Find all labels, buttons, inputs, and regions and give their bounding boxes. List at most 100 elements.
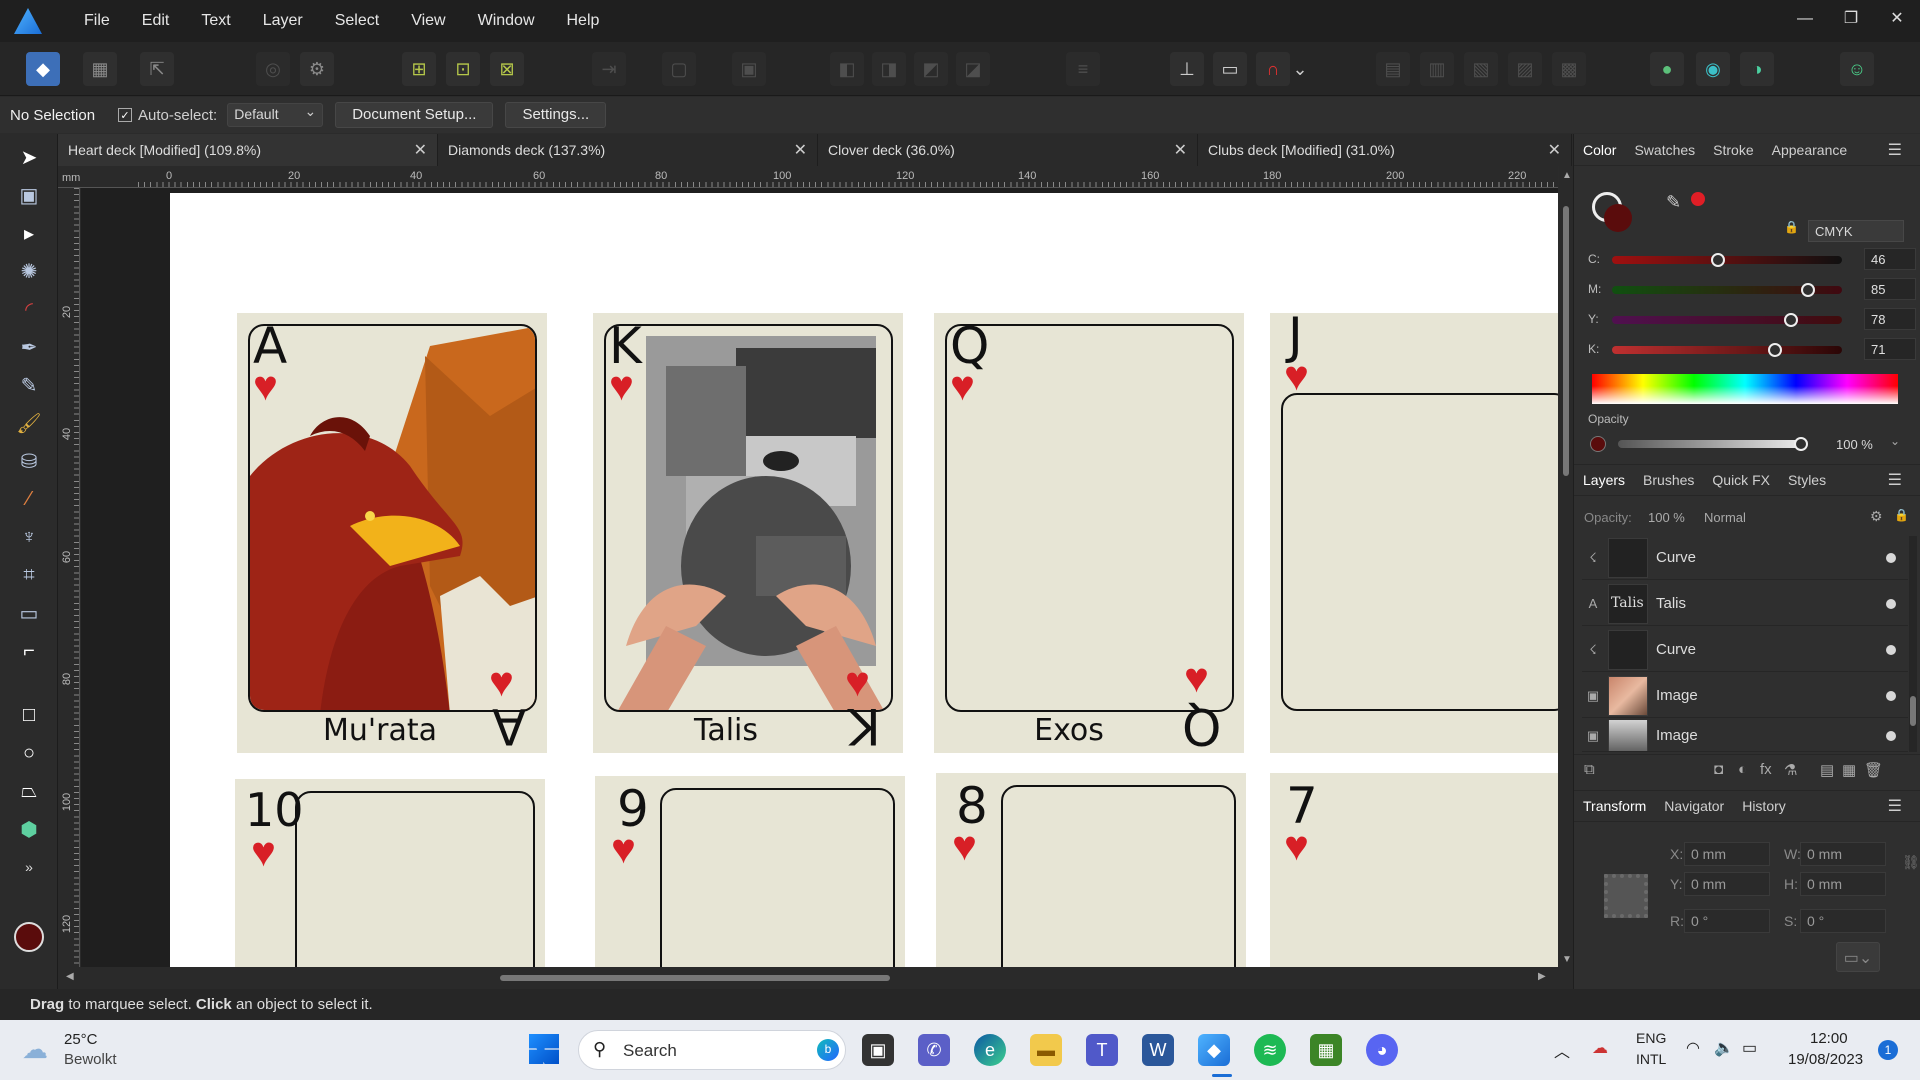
layer-lock-icon[interactable]: 🔒 xyxy=(1894,508,1909,522)
visibility-toggle[interactable] xyxy=(1886,730,1896,741)
insert-top-icon[interactable]: ▢ xyxy=(662,52,696,86)
rotation-field[interactable]: 0 ° xyxy=(1684,909,1770,933)
onedrive-status-icon[interactable]: ☁ xyxy=(1592,1038,1608,1058)
gradient-tool-icon[interactable]: ⁄ xyxy=(14,484,44,514)
close-window-button[interactable]: ✕ xyxy=(1874,0,1920,42)
tab-clubs-deck[interactable]: Clubs deck [Modified] (31.0%) ✕ xyxy=(1198,134,1572,166)
color-model-dropdown[interactable]: CMYK xyxy=(1808,220,1904,242)
picked-color-swatch[interactable] xyxy=(1691,192,1705,206)
clock-date[interactable]: 19/08/2023 xyxy=(1788,1051,1863,1068)
delete-layer-icon[interactable]: 🗑 xyxy=(1864,761,1883,779)
align-icon[interactable]: ≡ xyxy=(1066,52,1100,86)
card-eight-of-hearts[interactable]: 8 ♥ xyxy=(936,773,1246,967)
taskbar-search-box[interactable]: ⚲ Search b xyxy=(578,1030,846,1070)
artboard-tool-icon[interactable]: ▣ xyxy=(14,180,44,210)
layer-row[interactable]: ☇ Curve xyxy=(1582,628,1908,672)
bool-add-icon[interactable]: ◧ xyxy=(830,52,864,86)
affinity-designer-logo-icon[interactable] xyxy=(14,8,42,34)
scroll-left-icon[interactable]: ◀ xyxy=(66,971,74,982)
y-field[interactable]: 0 mm xyxy=(1684,872,1770,896)
menu-layer[interactable]: Layer xyxy=(247,0,319,42)
auto-select-checkbox[interactable]: ✓ xyxy=(118,108,132,122)
vertical-ruler[interactable]: 20 40 60 80 100 120 xyxy=(58,188,80,968)
panel-menu-icon[interactable]: ☰ xyxy=(1879,796,1911,816)
menu-text[interactable]: Text xyxy=(185,0,246,42)
volume-icon[interactable]: 🔈 xyxy=(1714,1038,1734,1058)
document-setup-button[interactable]: Document Setup... xyxy=(335,102,494,128)
layer-fx-icon[interactable]: fx xyxy=(1760,761,1772,778)
layers-arrange-icon[interactable]: ⧉ xyxy=(1584,761,1595,778)
show-hidden-icons-icon[interactable]: ︿ xyxy=(1554,1038,1570,1062)
contour-tool-icon[interactable]: ✺ xyxy=(14,256,44,286)
layer-name[interactable]: Image xyxy=(1656,687,1698,704)
shear-field[interactable]: 0 ° xyxy=(1800,909,1886,933)
menu-select[interactable]: Select xyxy=(319,0,395,42)
fill-color-circle[interactable] xyxy=(1604,204,1632,232)
restore-button[interactable]: ❐ xyxy=(1828,0,1874,42)
scroll-down-icon[interactable]: ▼ xyxy=(1562,954,1572,965)
slider-knob[interactable] xyxy=(1710,253,1725,267)
magenta-value[interactable]: 85 xyxy=(1864,278,1916,300)
layer-row[interactable]: ☇ Curve xyxy=(1582,536,1908,580)
color-spectrum[interactable] xyxy=(1592,374,1898,404)
snapping-settings-icon[interactable]: ⚙ xyxy=(300,52,334,86)
more-tools-icon[interactable]: » xyxy=(14,852,44,882)
weather-temperature[interactable]: 25°C xyxy=(64,1031,98,1048)
settings-button[interactable]: Settings... xyxy=(505,102,607,128)
card-nine-of-hearts[interactable]: 9 ♥ xyxy=(595,776,905,967)
tab-styles[interactable]: Styles xyxy=(1779,472,1835,488)
fill-color-swatch[interactable] xyxy=(14,922,44,952)
close-tab-icon[interactable]: ✕ xyxy=(414,140,427,160)
group-layers-icon[interactable]: ▦ xyxy=(1842,761,1856,779)
pixel-persona-icon[interactable]: ▦ xyxy=(83,52,117,86)
snapping-magnet-icon[interactable]: ∩ xyxy=(1256,52,1290,86)
black-slider[interactable] xyxy=(1612,343,1842,357)
minecraft-icon[interactable]: ▦ xyxy=(1310,1034,1342,1066)
insert-inside-icon[interactable]: ▣ xyxy=(732,52,766,86)
card-king-of-hearts[interactable]: K ♥ ♥ K Talis xyxy=(593,313,903,755)
visibility-toggle[interactable] xyxy=(1886,598,1896,609)
bool-intersect-icon[interactable]: ◩ xyxy=(914,52,948,86)
opacity-value[interactable]: 100 % xyxy=(1832,434,1888,456)
slider-knob[interactable] xyxy=(1800,283,1815,297)
blend-mode-dropdown[interactable]: Normal xyxy=(1704,510,1844,532)
language-code[interactable]: ENG xyxy=(1636,1030,1666,1046)
vertical-scroll-thumb[interactable] xyxy=(1563,206,1569,476)
pencil-tool-icon[interactable]: ✎ xyxy=(14,370,44,400)
live-filter-icon[interactable]: ⚗ xyxy=(1784,761,1797,779)
keyboard-layout[interactable]: INTL xyxy=(1636,1051,1666,1067)
spotify-icon[interactable]: ≋ xyxy=(1254,1034,1286,1066)
menu-file[interactable]: File xyxy=(68,0,126,42)
snap-guides-icon[interactable]: ▭ xyxy=(1213,52,1247,86)
slider-knob[interactable] xyxy=(1794,437,1808,451)
lock-icon[interactable]: 🔒 xyxy=(1784,220,1799,234)
arrange-icon-5[interactable]: ▩ xyxy=(1552,52,1586,86)
canvas-pasteboard[interactable]: A ♥ ♥ A Mu'rata K ♥ ♥ K Talis Q ♥ ♥ Q Ex… xyxy=(81,188,1558,967)
tab-layers[interactable]: Layers xyxy=(1574,472,1634,488)
adjustment-layer-icon[interactable]: ◐ xyxy=(1738,761,1747,778)
bool-xor-icon[interactable]: ◪ xyxy=(956,52,990,86)
align-bounds-icon[interactable]: ⊡ xyxy=(446,52,480,86)
auto-select-dropdown[interactable]: Default xyxy=(227,103,324,127)
tab-swatches[interactable]: Swatches xyxy=(1625,142,1704,158)
eyedropper-icon[interactable]: ✎ xyxy=(1666,192,1681,213)
panel-menu-icon[interactable]: ☰ xyxy=(1879,470,1911,490)
opacity-dropdown-icon[interactable]: ⌄ xyxy=(1890,434,1900,448)
layers-scroll-thumb[interactable] xyxy=(1910,696,1916,726)
artboard-page[interactable]: A ♥ ♥ A Mu'rata K ♥ ♥ K Talis Q ♥ ♥ Q Ex… xyxy=(170,193,1558,967)
snapping-dropdown-icon[interactable]: ⌄ xyxy=(1290,52,1310,86)
card-seven-of-hearts[interactable]: 7 ♥ xyxy=(1270,773,1558,967)
place-image-tool-icon[interactable]: ▭ xyxy=(14,598,44,628)
width-field[interactable]: 0 mm xyxy=(1800,842,1886,866)
word-icon[interactable]: W xyxy=(1142,1034,1174,1066)
anchor-point-selector[interactable] xyxy=(1604,874,1648,918)
tab-heart-deck[interactable]: Heart deck [Modified] (109.8%) ✕ xyxy=(58,134,438,166)
layer-name[interactable]: Curve xyxy=(1656,549,1696,566)
magenta-slider[interactable] xyxy=(1612,283,1842,297)
layer-row[interactable]: A Talis Talis xyxy=(1582,582,1908,626)
transform-options-icon[interactable]: ▭⌄ xyxy=(1836,942,1880,972)
layer-name[interactable]: Talis xyxy=(1656,595,1686,612)
layer-opacity-value[interactable]: 100 % xyxy=(1648,510,1685,525)
clock-time[interactable]: 12:00 xyxy=(1810,1030,1848,1047)
card-queen-of-hearts[interactable]: Q ♥ ♥ Q Exos xyxy=(934,313,1244,755)
